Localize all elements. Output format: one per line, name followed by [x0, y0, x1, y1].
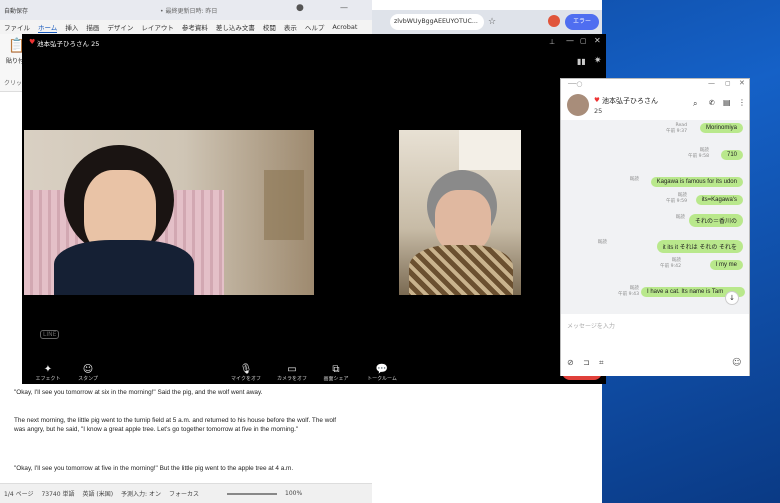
settings-gear-icon[interactable]: ✷: [594, 56, 602, 66]
message-list[interactable]: Read 午前 9:37 Morinomiya 既読 午前 9:58 710 既読 …: [561, 120, 749, 314]
word-count[interactable]: 73740 単語: [41, 489, 74, 498]
word-menu-bar: ファイル ホーム 挿入 描画 デザイン レイアウト 参考資料 差し込み文書 校閲…: [0, 20, 372, 34]
chat-icon: 💬: [375, 364, 389, 375]
line-logo: LINE: [40, 330, 60, 339]
menu-item-insert[interactable]: 挿入: [65, 22, 78, 32]
message-meta: 既読 午前 9:59: [666, 193, 687, 204]
mic-button[interactable]: 🎙 マイクをオフ: [226, 364, 266, 382]
phone-icon[interactable]: ✆: [709, 99, 715, 107]
remote-video-feed: [24, 130, 314, 295]
screen-share-button[interactable]: ⧉ 画面シェア: [316, 364, 356, 382]
search-icon[interactable]: ⌕: [693, 99, 697, 109]
message-meta: 既読: [675, 215, 685, 220]
self-video-feed: [399, 130, 521, 295]
focus-mode[interactable]: フォーカス: [169, 489, 199, 498]
doc-paragraph: "Okay, I'll see you tomorrow at six in t…: [14, 389, 263, 396]
message-meta: 既読 午前 9:42: [660, 258, 681, 269]
menu-item-acrobat[interactable]: Acrobat: [332, 23, 357, 31]
menu-item-draw[interactable]: 描画: [86, 22, 99, 32]
avatar[interactable]: [567, 94, 589, 116]
word-title-bar: 自動保存 • 最終更新日時: 昨日 ● —: [0, 0, 372, 20]
maximize-icon[interactable]: ▢: [725, 80, 731, 87]
document-title: • 最終更新日時: 昨日: [160, 8, 218, 15]
language-status[interactable]: 英語 (米国): [82, 489, 113, 498]
member-count: 25: [594, 107, 603, 115]
notes-icon[interactable]: ▤: [723, 98, 731, 107]
talk-room-button[interactable]: 💬 トークルーム: [362, 364, 402, 382]
word-status-bar: 1/4 ページ 73740 単語 英語 (米国) 予測入力: オン フォーカス …: [0, 483, 372, 503]
menu-item-layout[interactable]: レイアウト: [141, 22, 174, 32]
user-avatar-icon[interactable]: ●: [296, 3, 304, 13]
message-bubble[interactable]: Morinomiya: [699, 123, 743, 133]
zoom-slider[interactable]: [227, 492, 277, 495]
screenshot-icon[interactable]: ⌗: [599, 358, 604, 368]
menu-item-review[interactable]: 校閲: [263, 22, 276, 32]
screen-share-label: 画面シェア: [323, 376, 349, 382]
doc-paragraph: "Okay, I'll see you tomorrow at five in …: [14, 465, 294, 472]
talk-room-label: トークルーム: [367, 376, 397, 382]
screen-share-icon: ⧉: [332, 364, 340, 375]
mic-icon: 🎙: [239, 364, 253, 375]
bookmark-icon[interactable]: ⊐: [583, 358, 590, 367]
message-bubble[interactable]: 710: [720, 150, 743, 160]
bookmark-star-icon[interactable]: ☆: [488, 17, 496, 27]
menu-item-view[interactable]: 表示: [284, 22, 297, 32]
stamp-icon: ☺: [82, 364, 94, 375]
effect-button[interactable]: ✦ エフェクト: [28, 364, 68, 382]
stamp-button[interactable]: ☺ スタンプ: [68, 364, 108, 382]
zoom-level[interactable]: 100%: [285, 490, 302, 497]
minimize-icon[interactable]: —: [566, 36, 574, 45]
menu-item-references[interactable]: 参考資料: [182, 22, 208, 32]
menu-item-design[interactable]: デザイン: [107, 22, 133, 32]
emoji-icon[interactable]: ☺: [732, 358, 741, 368]
mic-label: マイクをオフ: [231, 376, 261, 382]
error-button[interactable]: エラー: [565, 14, 599, 30]
attachment-icon[interactable]: ⊘: [567, 358, 574, 367]
drag-handle-icon[interactable]: ──○: [568, 80, 583, 88]
layout-icon[interactable]: ▮▮: [577, 57, 586, 66]
scroll-down-icon[interactable]: ↓: [725, 291, 739, 305]
effect-icon: ✦: [43, 364, 53, 375]
page-count[interactable]: 1/4 ページ: [4, 489, 33, 498]
chat-header: ♥ 池本弘子ひろさん 25 ⌕ ✆ ▤ ⋮: [561, 92, 749, 120]
pin-icon[interactable]: ⊥: [549, 38, 555, 46]
effect-label: エフェクト: [35, 376, 61, 382]
maximize-icon[interactable]: ▢: [580, 37, 587, 45]
menu-item-home[interactable]: ホーム: [38, 22, 58, 33]
heart-icon: ♥: [29, 38, 36, 46]
message-meta: 既読 午前 9:43: [618, 286, 639, 297]
menu-item-file[interactable]: ファイル: [4, 22, 30, 32]
stamp-label: スタンプ: [78, 376, 98, 382]
message-bubble[interactable]: its=Kagawa's: [695, 195, 743, 205]
menu-item-help[interactable]: ヘルプ: [305, 22, 325, 32]
profile-icon[interactable]: [548, 15, 560, 27]
message-bubble[interactable]: it its it それは それの それを: [656, 240, 743, 253]
autosave-label[interactable]: 自動保存: [4, 6, 28, 15]
message-meta: 既読: [597, 240, 607, 245]
clipboard-group-label: クリッ: [4, 80, 23, 87]
chat-contact-name[interactable]: 池本弘子ひろさん: [602, 96, 658, 106]
address-bar[interactable]: zlvbWUyBggAEEUYOTUC...: [390, 14, 484, 30]
message-meta: 既読 午前 9:58: [688, 148, 709, 159]
close-icon[interactable]: ✕: [594, 36, 601, 45]
message-bubble[interactable]: Kagawa is famous for its udon: [650, 177, 743, 187]
close-icon[interactable]: ✕: [739, 79, 745, 87]
menu-item-mailings[interactable]: 差し込み文書: [216, 22, 255, 32]
more-menu-icon[interactable]: ⋮: [738, 98, 746, 107]
camera-label: カメラをオフ: [276, 376, 307, 382]
message-bubble[interactable]: それの＝香川の: [688, 214, 743, 227]
doc-paragraph: The next morning, the little pig went to…: [14, 417, 337, 433]
message-bubble[interactable]: I my me: [709, 260, 743, 270]
minimize-icon[interactable]: —: [708, 79, 715, 87]
camera-button[interactable]: ▭ カメラをオフ: [272, 364, 312, 382]
predictive-input-status[interactable]: 予測入力: オン: [121, 489, 161, 498]
call-title: 池本弘子ひろさん 25: [37, 40, 100, 48]
heart-icon: ♥: [594, 96, 600, 104]
camera-icon: ▭: [287, 364, 297, 375]
message-meta: 既読: [629, 177, 639, 182]
message-compose: メッセージを入力 ⊘ ⊐ ⌗ ☺: [561, 314, 749, 376]
minimize-icon[interactable]: —: [340, 3, 348, 12]
message-input[interactable]: メッセージを入力: [567, 321, 615, 330]
message-meta: Read 午前 9:37: [666, 123, 687, 134]
